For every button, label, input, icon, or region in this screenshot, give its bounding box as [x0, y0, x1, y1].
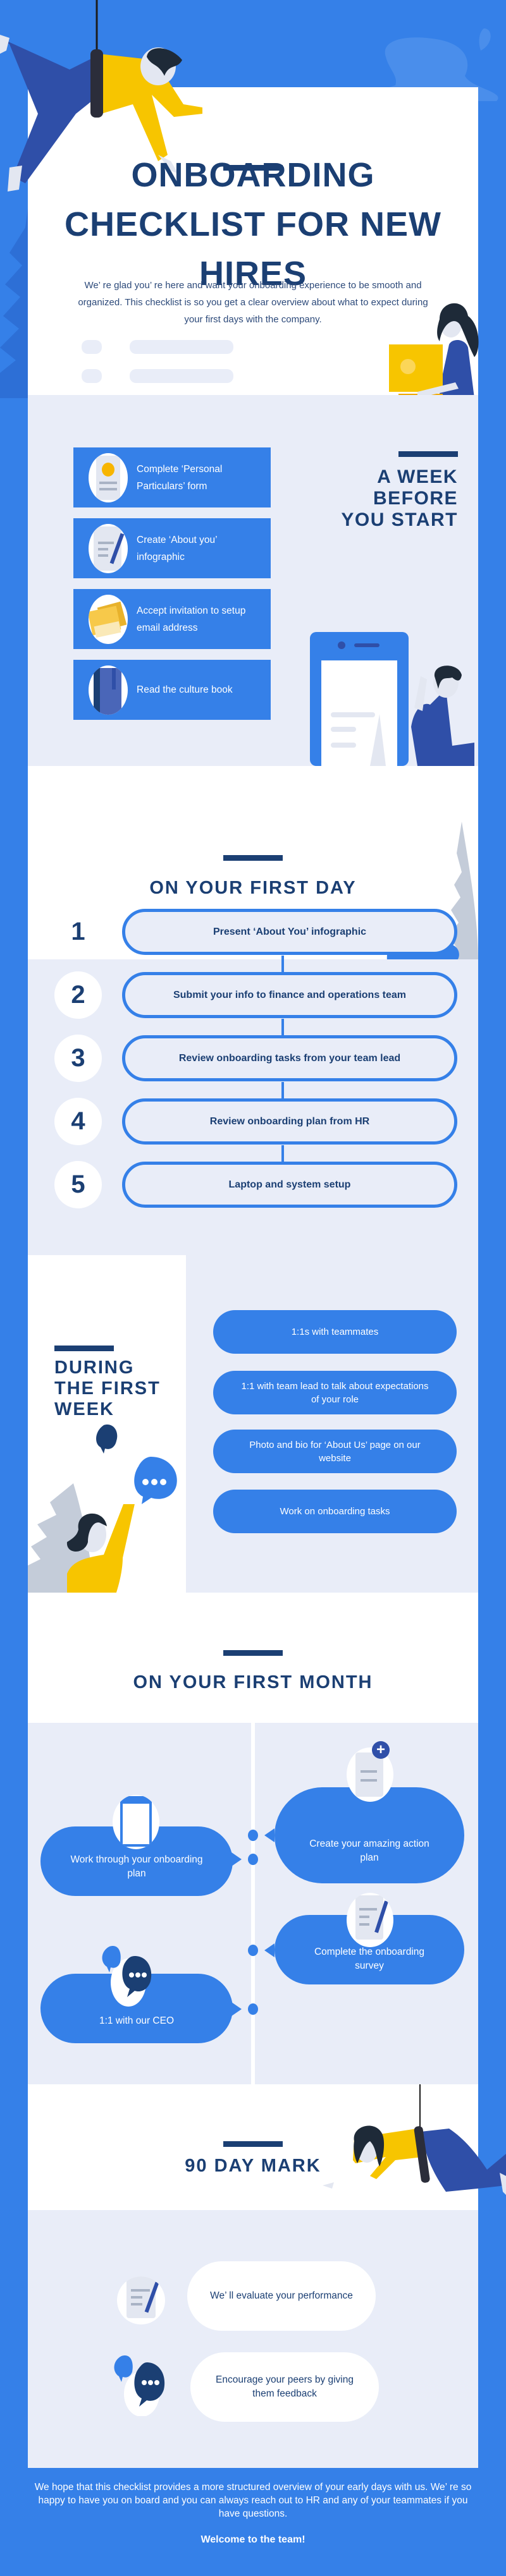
step-item[interactable]: Present ‘About You’ infographic	[122, 909, 457, 955]
section-accent-bar	[223, 1650, 283, 1656]
ninety-day-items	[28, 2210, 478, 2468]
hanging-woman-illustration	[323, 2084, 506, 2195]
document-pen-icon	[89, 523, 128, 573]
bubble-tail	[231, 2002, 242, 2016]
step-connector	[281, 1145, 284, 1163]
bubble-tail	[264, 1828, 275, 1842]
step-number: 4	[54, 1098, 102, 1145]
page-title: ONBOARDING CHECKLIST FOR NEW HIRES	[65, 156, 441, 293]
section-title-week-before: A WEEK BEFORE YOU START	[341, 466, 458, 530]
phone-with-man-illustration	[310, 632, 474, 766]
timeline-dot	[248, 1854, 258, 1865]
week-before-item[interactable]: Complete ‘Personal Particulars’ form	[73, 447, 271, 507]
timeline-dot	[248, 1830, 258, 1841]
step-connector	[281, 1082, 284, 1100]
section-accent-bar	[223, 2141, 283, 2147]
step-connector	[281, 1019, 284, 1036]
first-week-item[interactable]: 1:1s with teammates	[213, 1310, 457, 1354]
intro-text: We’ re glad you’ re here and want your o…	[78, 280, 428, 325]
footer-welcome: Welcome to the team!	[201, 2534, 305, 2545]
placeholder-line	[130, 340, 233, 354]
section-title-first-week: DURING THE FIRST WEEK	[54, 1358, 161, 1419]
week-before-item[interactable]: Read the culture book	[73, 660, 271, 720]
document-pen-icon	[117, 2276, 165, 2324]
section-title-first-month: ON YOUR FIRST MONTH	[133, 1672, 373, 1692]
bubble-tail	[264, 1943, 275, 1957]
week-before-item[interactable]: Accept invitation to setup email address	[73, 589, 271, 649]
placeholder-line	[130, 369, 233, 383]
section-accent-bar	[398, 451, 458, 457]
section-accent-bar	[54, 1346, 114, 1351]
step-item[interactable]: Submit your info to finance and operatio…	[122, 972, 457, 1018]
week-before-item-label: Read the culture book	[137, 684, 233, 695]
envelope-icon	[89, 594, 128, 644]
section-accent-bar	[223, 855, 283, 861]
chat-bubble-icon	[96, 1425, 177, 1504]
placeholder-line	[82, 369, 102, 383]
first-week-item[interactable]: 1:1 with team lead to talk about expecta…	[213, 1371, 457, 1414]
step-number: 3	[54, 1035, 102, 1082]
ninety-day-item[interactable]: Encourage your peers by giving them feed…	[190, 2352, 379, 2422]
first-week-item[interactable]: Work on onboarding tasks	[213, 1490, 457, 1533]
week-before-item[interactable]: Create ‘About you’ infographic	[73, 518, 271, 578]
step-item[interactable]: Laptop and system setup	[122, 1162, 457, 1208]
book-icon	[89, 665, 128, 715]
placeholder-line	[82, 340, 102, 354]
week-before-item-label: Complete ‘Personal Particulars’ form	[137, 463, 223, 492]
woman-with-chat-illustration	[66, 1504, 135, 1593]
ninety-day-item[interactable]: We’ ll evaluate your performance	[187, 2261, 376, 2331]
week-before-item-label: Accept invitation to setup email address	[137, 605, 246, 633]
document-pen-icon	[347, 1893, 393, 1947]
first-week-item[interactable]: Photo and bio for ‘About Us’ page on our…	[213, 1430, 457, 1473]
step-number: 1	[54, 908, 102, 956]
bubble-tail	[231, 1852, 242, 1866]
woman-holding-box-illustration	[389, 303, 479, 398]
plus-icon: +	[372, 1741, 390, 1759]
chat-bubble-icon	[102, 1946, 159, 2007]
step-item[interactable]: Review onboarding tasks from your team l…	[122, 1035, 457, 1081]
step-number: 5	[54, 1161, 102, 1208]
plant-decoration	[0, 209, 28, 398]
week-before-item-label: Create ‘About you’ infographic	[137, 534, 217, 562]
timeline-line	[251, 1723, 255, 2084]
timeline-dot	[248, 2003, 258, 2015]
step-item[interactable]: Review onboarding plan from HR	[122, 1098, 457, 1145]
timeline-dot	[248, 1945, 258, 1956]
form-icon	[89, 453, 128, 502]
step-connector	[281, 956, 284, 973]
footer-text: We hope that this checklist provides a m…	[34, 2482, 472, 2519]
chat-bubble-icon	[114, 2355, 169, 2424]
step-number: 2	[54, 971, 102, 1019]
phone-icon	[113, 1795, 159, 1849]
first-month-header	[28, 1593, 478, 1723]
